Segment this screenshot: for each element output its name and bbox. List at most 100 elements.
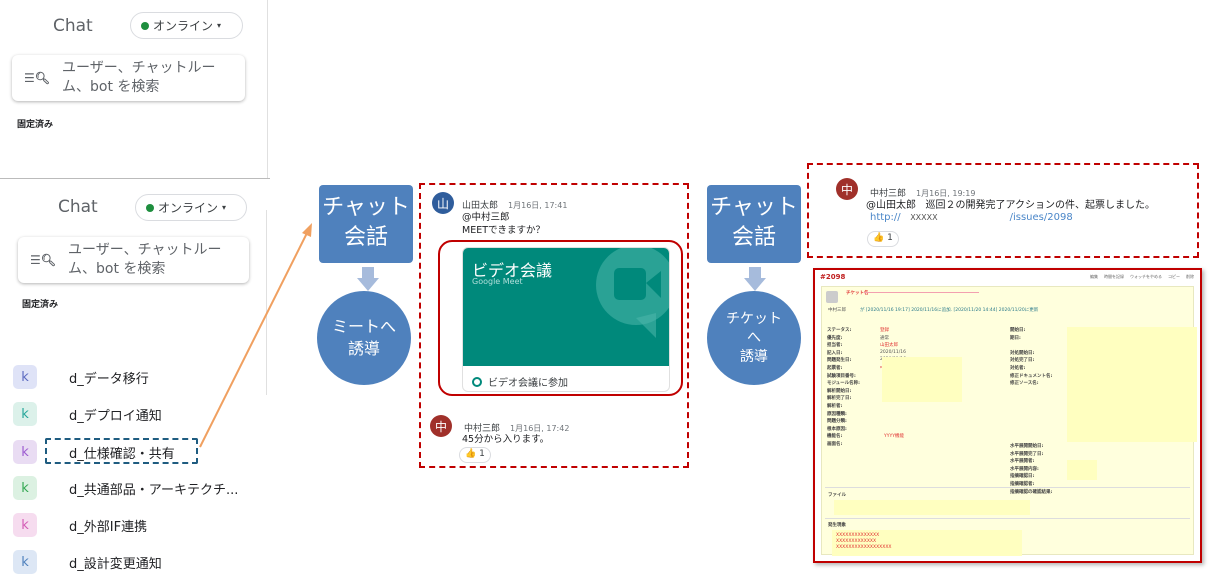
field-label: 原因種類:: [827, 411, 847, 417]
caret-down-icon: ▾: [222, 203, 227, 212]
meet-subtitle: Google Meet: [472, 277, 523, 286]
room-item[interactable]: k d_デプロイ通知: [13, 402, 162, 426]
room-name: d_外部IF連携: [69, 519, 148, 535]
redacted-area: [1067, 460, 1097, 480]
chat-title: Chat: [53, 16, 93, 36]
orange-arrow-icon: [199, 223, 312, 448]
room-avatar-icon: k: [13, 550, 37, 574]
message-text: @山田太郎 巡回２の開発完了アクションの件、起票しました。: [866, 200, 1156, 211]
files-label: ファイル: [828, 493, 846, 498]
room-item[interactable]: k d_共通部品・アーキテクチ...: [13, 476, 238, 500]
ticket-guide-circle: チケットへ誘導: [707, 291, 801, 385]
redacted-area: [1067, 327, 1197, 442]
redacted-area: [882, 357, 962, 402]
field-label: 解析開始日:: [827, 388, 852, 394]
search-input[interactable]: ☰🔍︎ ユーザー、チャットルー ム、bot を検索: [12, 55, 245, 101]
room-item[interactable]: k d_設計変更通知: [13, 550, 162, 574]
field-label: 問題発生日:: [827, 358, 852, 364]
reaction-thumbs-up[interactable]: 👍 1: [867, 231, 899, 247]
mention: @中村三郎: [462, 212, 510, 223]
field-label: 記入日:: [827, 350, 843, 356]
pinned-heading: 固定済み: [22, 300, 59, 310]
field-label: 水平展開内容:: [1010, 466, 1039, 472]
ticket-action: 時間を記録: [1104, 274, 1124, 279]
subject-redaction: [864, 292, 979, 293]
phenomenon-label: 発生現象: [828, 523, 846, 528]
field-label: 優先度:: [827, 335, 843, 341]
meet-card-banner: ビデオ会議 Google Meet: [463, 248, 669, 366]
field-label: 機能名:: [827, 434, 843, 440]
ticket-action: ウォッチをやめる: [1130, 274, 1162, 279]
meet-card[interactable]: ビデオ会議 Google Meet ビデオ会議に参加: [462, 247, 670, 392]
phenomenon-line: XXXXXXXXXXXXXXXXXX: [836, 545, 892, 550]
status-label: オンライン: [158, 201, 219, 215]
ticket-author: 中村三郎: [828, 308, 846, 313]
join-meet-link[interactable]: ビデオ会議に参加: [472, 374, 568, 389]
timestamp: 1月16日, 17:41: [508, 201, 568, 210]
avatar-nakamura: 中: [836, 178, 858, 200]
down-arrow-icon: [357, 267, 379, 291]
divider: [825, 487, 1190, 488]
message-text: MEETできますか？: [462, 225, 546, 236]
chat-conversation-box: チャット 会話: [319, 185, 413, 263]
ticket-subject: チケット名: [846, 291, 869, 296]
room-avatar-icon: k: [13, 402, 37, 426]
field-label: 指摘確認日:: [1010, 474, 1035, 480]
search-placeholder-2: ム、bot を検索: [68, 261, 166, 277]
field-label: 解析者:: [827, 404, 843, 409]
room-avatar-icon: k: [13, 513, 37, 537]
room-item[interactable]: k d_外部IF連携: [13, 513, 147, 537]
room-name: d_デプロイ通知: [69, 408, 162, 424]
field-label: 問題分類:: [827, 419, 847, 425]
room-name: d_共通部品・アーキテクチ...: [69, 482, 239, 498]
field-label: モジュール名称:: [827, 381, 860, 387]
field-label: 修正ソース名:: [1010, 381, 1039, 387]
field-label: 起票者:: [827, 366, 843, 371]
ticket-screenshot: #2098 編集 時間を記録 ウォッチをやめる コピー 削除 チケット名 中村三郎 が …: [813, 268, 1202, 563]
reaction-thumbs-up[interactable]: 👍 1: [459, 447, 491, 463]
ticket-action: 編集: [1090, 274, 1098, 279]
online-dot-icon: [146, 203, 154, 212]
meet-guide-circle: ミートへ 誘導: [317, 291, 411, 385]
message-text: 45分から入ります。: [462, 434, 550, 445]
avatar-nakamura: 中: [430, 415, 452, 437]
chat-sidebar-top: Chat オンライン ▾ ☰🔍︎ ユーザー、チャットルー ム、bot を検索 固定…: [0, 0, 268, 178]
pinned-heading: 固定済み: [17, 120, 54, 130]
ticket-body: チケット名 中村三郎 が [2020/11/16 19:17] 2020/11/…: [821, 286, 1197, 556]
field-label: 指摘確認の確認結果:: [1010, 489, 1053, 495]
search-placeholder: ユーザー、チャットルー: [62, 60, 216, 76]
room-name: d_データ移行: [69, 371, 149, 387]
field-value: 2020/11/16: [880, 349, 906, 355]
field-value: 登録: [880, 328, 889, 333]
file-list: [834, 500, 1030, 515]
status-dropdown[interactable]: オンライン ▾: [130, 12, 243, 39]
field-label: 解析完了日:: [827, 396, 852, 402]
issue-link[interactable]: http:// XXXXX/issues/2098: [870, 212, 1073, 223]
field-label: 水平展開完了日:: [1010, 451, 1044, 457]
room-item[interactable]: k d_データ移行: [13, 365, 149, 389]
field-value: YYYY機能: [884, 434, 904, 440]
ticket-history: が [2020/11/16 19:17] 2020/11/16に追加. [202…: [860, 308, 1039, 313]
field-value: 通常: [880, 335, 889, 341]
status-label: オンライン: [153, 19, 214, 33]
search-placeholder-2: ム、bot を検索: [62, 79, 160, 95]
field-label: 画面名:: [827, 442, 843, 447]
ticket-action: 削除: [1186, 274, 1194, 279]
down-arrow-icon: [744, 267, 766, 291]
highlight-dashed-box: [45, 438, 198, 464]
meet-camera-icon: [596, 248, 669, 338]
field-label: 試験項目番号:: [827, 373, 856, 379]
ticket-actions: 編集 時間を記録 ウォッチをやめる コピー 削除: [1090, 274, 1194, 280]
room-name: d_設計変更通知: [69, 556, 162, 572]
field-label: 水平展開者:: [1010, 459, 1035, 465]
field-label: 期日:: [1010, 335, 1021, 341]
field-label: 修正ドキュメント名:: [1010, 373, 1053, 379]
room-avatar-icon: k: [13, 365, 37, 389]
field-label: 担当者:: [827, 343, 843, 349]
caret-down-icon: ▾: [217, 21, 222, 30]
room-avatar-icon: k: [13, 476, 37, 500]
online-dot-icon: [141, 21, 149, 30]
field-label: 水平展開開始日:: [1010, 444, 1044, 449]
room-avatar-icon: k: [13, 440, 37, 464]
field-label: 根本原因:: [827, 426, 847, 432]
